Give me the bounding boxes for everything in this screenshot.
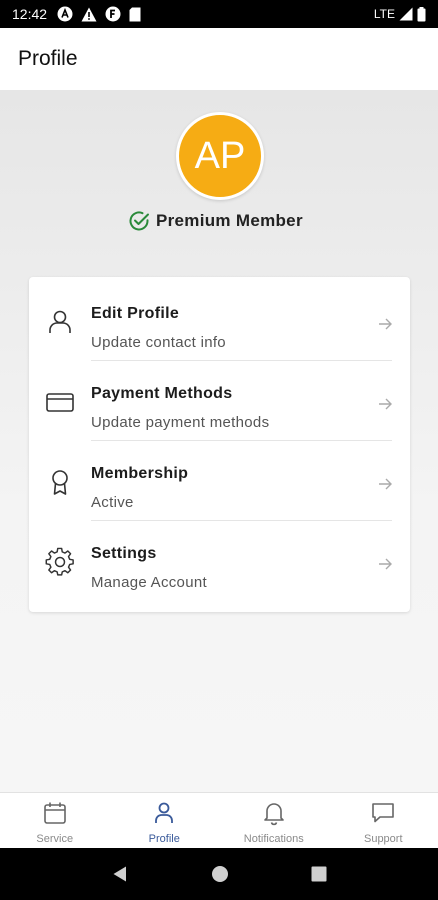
nav-label: Support bbox=[363, 833, 403, 845]
profile-content: AP Premium Member Edit Profile Update co… bbox=[0, 90, 438, 792]
menu-item-subtitle: Active bbox=[91, 494, 134, 511]
person-icon bbox=[49, 310, 71, 333]
member-status-label: Premium Member bbox=[156, 211, 303, 230]
sd-card-icon bbox=[129, 7, 141, 21]
status-time: 12:42 bbox=[12, 6, 48, 22]
back-icon[interactable] bbox=[111, 865, 129, 883]
credit-card-icon bbox=[46, 393, 74, 412]
menu-item-title: Membership bbox=[91, 465, 189, 482]
app-badge-icon bbox=[105, 6, 121, 22]
nav-label: Service bbox=[36, 833, 74, 845]
nav-item-profile[interactable]: Profile bbox=[110, 793, 220, 848]
avatar[interactable]: AP bbox=[176, 112, 264, 200]
nav-label: Notifications bbox=[243, 833, 304, 845]
system-nav-bar bbox=[0, 848, 438, 900]
menu-item-edit-profile[interactable]: Edit Profile Update contact info bbox=[29, 281, 410, 361]
network-label: LTE bbox=[373, 7, 395, 21]
menu-item-subtitle: Update payment methods bbox=[91, 414, 270, 431]
menu-item-subtitle: Update contact info bbox=[91, 334, 226, 351]
status-bar: 12:42 LTE bbox=[0, 0, 438, 28]
menu-item-title: Edit Profile bbox=[91, 305, 180, 322]
menu-item-title: Payment Methods bbox=[91, 385, 233, 402]
arrow-right-icon bbox=[379, 558, 392, 570]
award-icon bbox=[52, 470, 68, 495]
calendar-icon bbox=[43, 802, 66, 824]
bottom-nav: Service Profile Notifications Support bbox=[0, 792, 438, 848]
menu-item-membership[interactable]: Membership Active bbox=[29, 441, 410, 521]
nav-item-notifications[interactable]: Notifications bbox=[219, 793, 329, 848]
arrow-right-icon bbox=[379, 478, 392, 490]
chat-icon bbox=[372, 803, 395, 823]
recents-icon[interactable] bbox=[311, 866, 327, 882]
app-bar: Profile bbox=[0, 28, 438, 90]
home-icon[interactable] bbox=[211, 865, 229, 883]
nav-item-service[interactable]: Service bbox=[0, 793, 110, 848]
check-circle-icon bbox=[129, 211, 149, 231]
profile-menu: Edit Profile Update contact info Payment… bbox=[29, 277, 410, 612]
arrow-right-icon bbox=[379, 398, 392, 410]
signal-icon bbox=[399, 7, 413, 21]
app-notification-icon bbox=[57, 6, 73, 22]
page-title: Profile bbox=[18, 47, 78, 70]
warning-icon bbox=[81, 7, 97, 21]
battery-icon bbox=[417, 6, 426, 21]
status-right: LTE bbox=[373, 6, 426, 22]
menu-item-title: Settings bbox=[91, 545, 157, 562]
avatar-initials: AP bbox=[194, 134, 246, 177]
person-icon bbox=[155, 802, 174, 823]
arrow-right-icon bbox=[379, 318, 392, 330]
member-status: Premium Member bbox=[128, 210, 303, 232]
menu-item-settings[interactable]: Settings Manage Account bbox=[29, 521, 410, 601]
bell-icon bbox=[263, 803, 284, 826]
gear-icon bbox=[45, 547, 74, 576]
nav-label: Profile bbox=[148, 833, 180, 845]
menu-item-payment-methods[interactable]: Payment Methods Update payment methods bbox=[29, 361, 410, 441]
notification-icons bbox=[57, 6, 141, 22]
menu-item-subtitle: Manage Account bbox=[91, 574, 207, 591]
nav-item-support[interactable]: Support bbox=[329, 793, 438, 848]
